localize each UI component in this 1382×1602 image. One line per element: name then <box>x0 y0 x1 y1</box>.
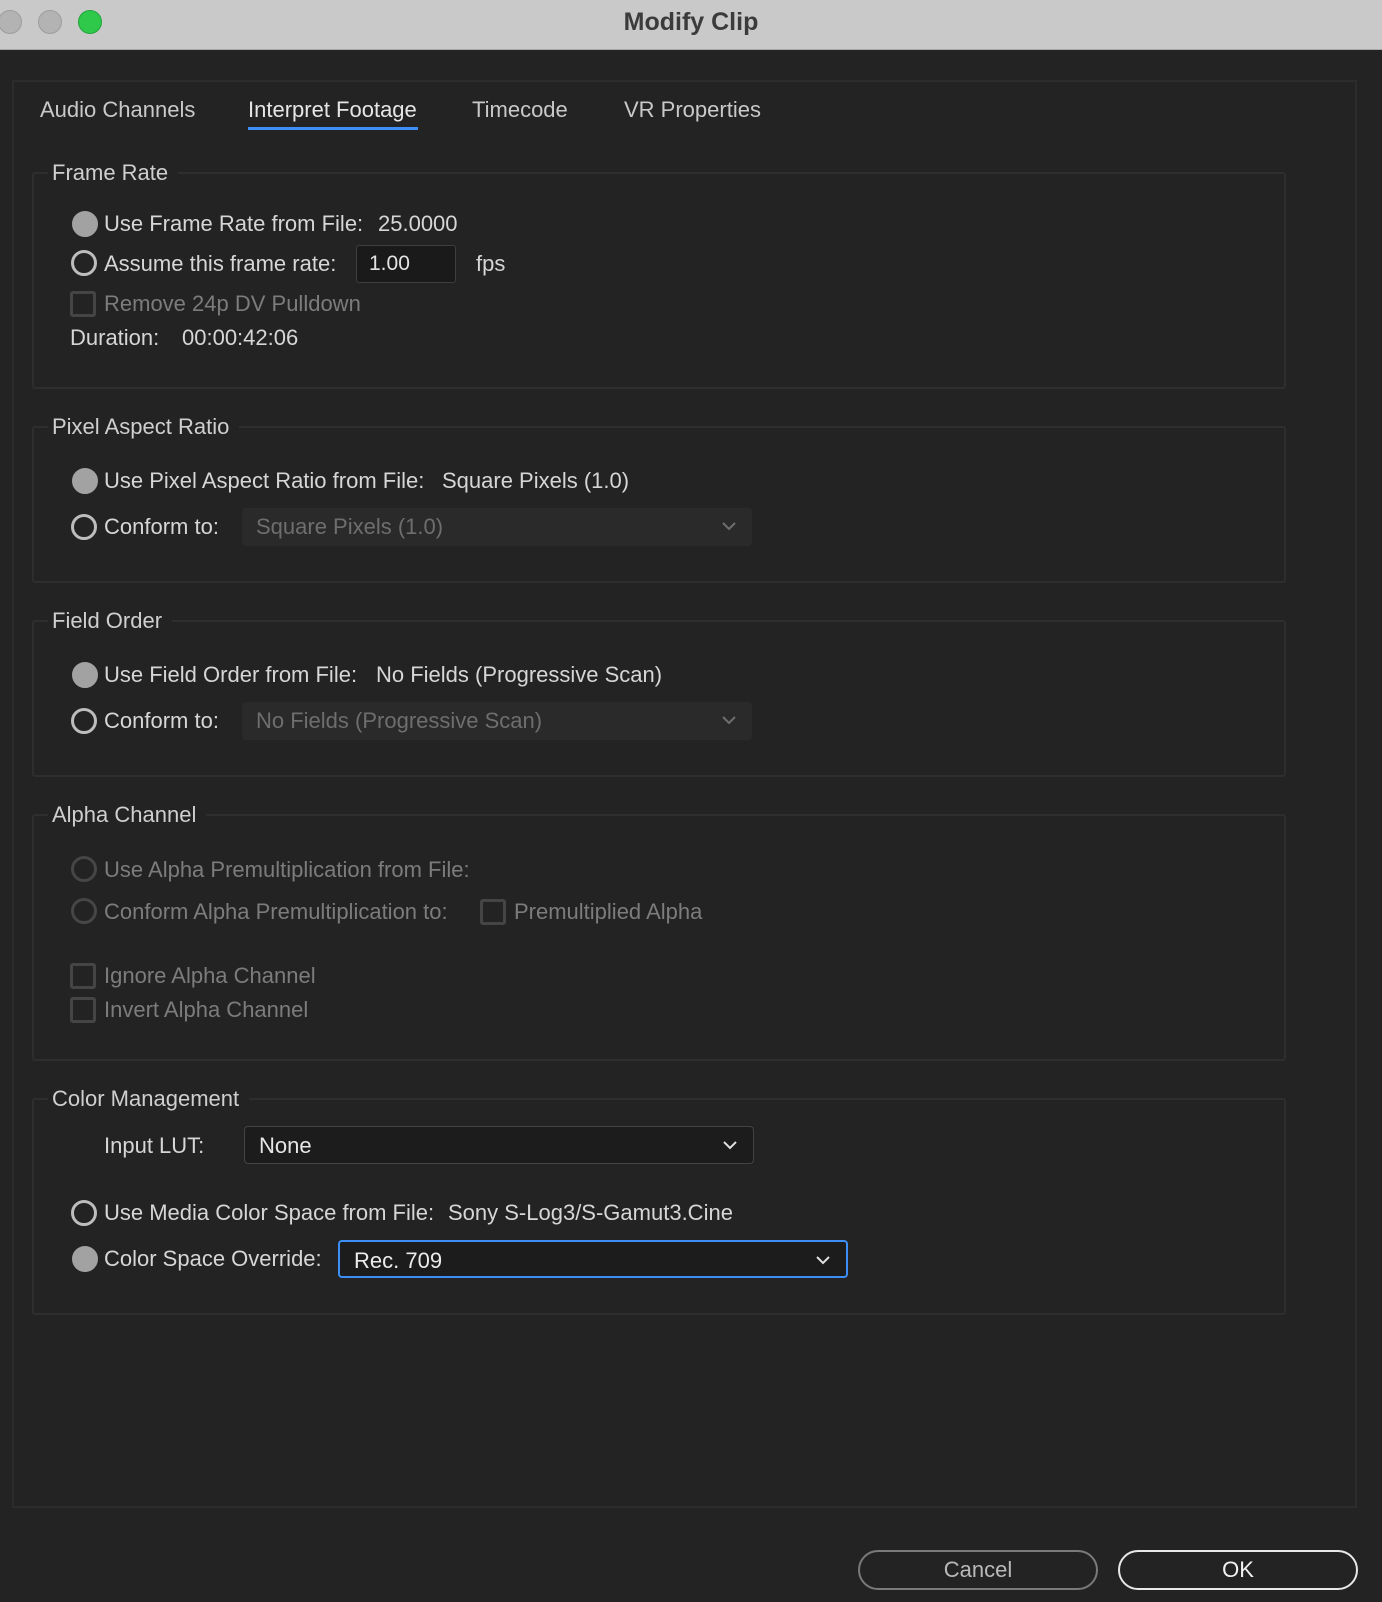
chevron-down-icon <box>723 1141 737 1150</box>
cancel-button[interactable]: Cancel <box>858 1550 1098 1590</box>
par-conform-select-value: Square Pixels (1.0) <box>256 514 444 539</box>
media-color-space-radio[interactable] <box>71 1200 97 1226</box>
frame-rate-group: Frame Rate <box>32 160 1286 389</box>
color-management-title: Color Management <box>48 1086 250 1112</box>
par-conform-select[interactable]: Square Pixels (1.0) <box>242 508 752 546</box>
duration-label: Duration: <box>70 325 160 350</box>
alpha-channel-group: Alpha Channel <box>32 802 1286 1061</box>
par-conform-label: Conform to: <box>104 514 219 539</box>
tab-vr-properties[interactable]: VR Properties <box>624 97 761 123</box>
invert-alpha-checkbox[interactable] <box>70 997 96 1023</box>
field-order-conform-label: Conform to: <box>104 708 219 733</box>
color-space-override-select[interactable]: Rec. 709 <box>338 1240 848 1278</box>
par-from-file-label: Use Pixel Aspect Ratio from File: <box>104 468 425 493</box>
invert-alpha-label: Invert Alpha Channel <box>104 997 309 1022</box>
frame-rate-file-value: 25.0000 <box>378 211 458 236</box>
ignore-alpha-checkbox[interactable] <box>70 963 96 989</box>
field-order-from-file-label: Use Field Order from File: <box>104 662 358 687</box>
input-lut-label: Input LUT: <box>104 1133 205 1158</box>
media-color-space-value: Sony S-Log3/S-Gamut3.Cine <box>448 1200 733 1225</box>
field-order-conform-radio[interactable] <box>71 708 97 734</box>
field-order-file-value: No Fields (Progressive Scan) <box>376 662 663 687</box>
remove-pulldown-label: Remove 24p DV Pulldown <box>104 291 361 316</box>
fps-unit-label: fps <box>476 251 506 276</box>
active-tab-indicator <box>248 127 418 130</box>
color-space-override-label: Color Space Override: <box>104 1246 322 1271</box>
field-order-conform-select-value: No Fields (Progressive Scan) <box>256 708 543 733</box>
assume-frame-rate-radio[interactable] <box>71 250 97 276</box>
par-conform-radio[interactable] <box>71 514 97 540</box>
par-from-file-radio[interactable] <box>72 468 98 494</box>
alpha-channel-title: Alpha Channel <box>48 802 207 828</box>
alpha-premult-from-file-label: Use Alpha Premultiplication from File: <box>104 857 470 882</box>
media-color-space-label: Use Media Color Space from File: <box>104 1200 435 1225</box>
par-file-value: Square Pixels (1.0) <box>442 468 630 493</box>
pixel-aspect-ratio-title: Pixel Aspect Ratio <box>48 414 240 440</box>
chevron-down-icon <box>722 522 736 531</box>
remove-pulldown-checkbox[interactable] <box>70 291 96 317</box>
color-space-override-select-value: Rec. 709 <box>354 1248 443 1273</box>
ignore-alpha-label: Ignore Alpha Channel <box>104 963 316 988</box>
alpha-premult-from-file-radio[interactable] <box>71 856 97 882</box>
pixel-aspect-ratio-group: Pixel Aspect Ratio <box>32 414 1286 583</box>
ok-button[interactable]: OK <box>1118 1550 1358 1590</box>
tab-timecode[interactable]: Timecode <box>472 97 568 123</box>
duration-value: 00:00:42:06 <box>182 325 299 350</box>
chevron-down-icon <box>722 716 736 725</box>
frame-rate-title: Frame Rate <box>48 160 179 186</box>
field-order-from-file-radio[interactable] <box>72 662 98 688</box>
input-lut-select-value: None <box>259 1133 312 1158</box>
frame-rate-from-file-radio[interactable] <box>72 211 98 237</box>
assume-frame-rate-label: Assume this frame rate: <box>104 251 337 276</box>
window-title: Modify Clip <box>623 8 759 36</box>
premultiplied-alpha-label: Premultiplied Alpha <box>514 899 703 924</box>
alpha-conform-premult-radio[interactable] <box>71 898 97 924</box>
input-lut-select[interactable]: None <box>244 1126 754 1164</box>
title-bar: Modify Clip <box>0 0 1382 50</box>
frame-rate-input[interactable] <box>356 245 456 283</box>
chevron-down-icon <box>816 1256 830 1265</box>
field-order-conform-select[interactable]: No Fields (Progressive Scan) <box>242 702 752 740</box>
color-space-override-radio[interactable] <box>72 1246 98 1272</box>
frame-rate-from-file-label: Use Frame Rate from File: <box>104 211 364 236</box>
tab-audio-channels[interactable]: Audio Channels <box>40 97 195 123</box>
tab-interpret-footage[interactable]: Interpret Footage <box>248 97 417 123</box>
field-order-group: Field Order <box>32 608 1286 777</box>
field-order-title: Field Order <box>48 608 173 634</box>
alpha-conform-premult-label: Conform Alpha Premultiplication to: <box>104 899 448 924</box>
premultiplied-alpha-checkbox[interactable] <box>480 899 506 925</box>
